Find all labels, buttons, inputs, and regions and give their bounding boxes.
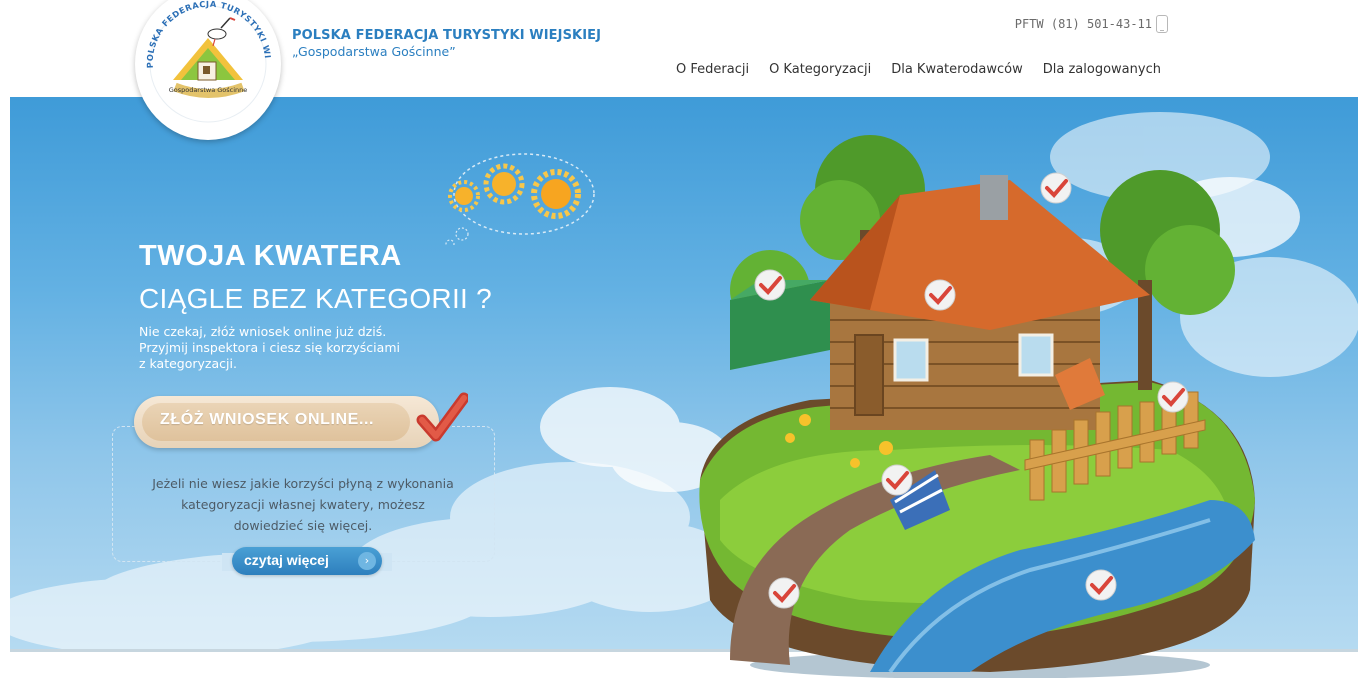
nav-item-o-federacji[interactable]: O Federacji — [676, 62, 749, 77]
apply-online-button[interactable]: ZŁÓŻ WNIOSEK ONLINE... — [134, 392, 468, 448]
checkmark-icon — [416, 392, 468, 442]
hero-headline: TWOJA KWATERA — [139, 240, 402, 272]
nav-item-dla-kwaterodawcow[interactable]: Dla Kwaterodawców — [891, 62, 1023, 77]
cottage-island-illustration — [699, 135, 1255, 678]
hero-description: Nie czekaj, złóż wniosek online już dziś… — [139, 324, 419, 372]
org-subtitle: „Gospodarstwa Gościnne” — [292, 44, 456, 59]
info-text: Jeżeli nie wiesz jakie korzyści płyną z … — [152, 476, 454, 533]
nav-item-o-kategoryzacji[interactable]: O Kategoryzacji — [769, 62, 871, 77]
hero-subheadline: CIĄGLE BEZ KATEGORII ? — [139, 283, 493, 314]
nav-item-dla-zalogowanych[interactable]: Dla zalogowanych — [1043, 62, 1161, 77]
checkmark-badge-icon — [1040, 172, 1072, 204]
checkmark-badge-icon — [924, 279, 956, 311]
apply-online-label: ZŁÓŻ WNIOSEK ONLINE... — [160, 411, 375, 428]
hero-description-line: Nie czekaj, złóż wniosek online już dziś… — [139, 324, 387, 339]
main-nav: O Federacji O Kategoryzacji Dla Kwaterod… — [676, 62, 1181, 77]
sun-icon — [483, 163, 525, 205]
sun-icon — [531, 169, 581, 219]
mobile-phone-icon — [1156, 15, 1168, 33]
read-more-label: czytaj więcej — [244, 552, 329, 568]
checkmark-badge-icon — [1157, 381, 1189, 413]
checkmark-badge-icon — [1085, 569, 1117, 601]
phone-number: PFTW (81) 501-43-11 — [1014, 17, 1152, 31]
logo-bottom-text: Gospodarstwa Gościnne — [169, 86, 248, 94]
phone-contact: PFTW (81) 501-43-11 — [1015, 15, 1168, 33]
checkmark-badge-icon — [881, 464, 913, 496]
read-more-button[interactable]: czytaj więcej › — [232, 547, 382, 575]
checkmark-badge-icon — [754, 269, 786, 301]
org-name[interactable]: POLSKA FEDERACJA TURYSTYKI WIEJSKIEJ — [292, 28, 601, 43]
hero-description-line: z kategoryzacji. — [139, 356, 237, 371]
sun-thought-bubble — [445, 153, 595, 245]
arrow-right-icon: › — [358, 552, 376, 570]
hero-description-line: Przyjmij inspektora i ciesz się korzyści… — [139, 340, 400, 355]
sun-icon — [448, 180, 480, 212]
checkmark-badge-icon — [768, 577, 800, 609]
